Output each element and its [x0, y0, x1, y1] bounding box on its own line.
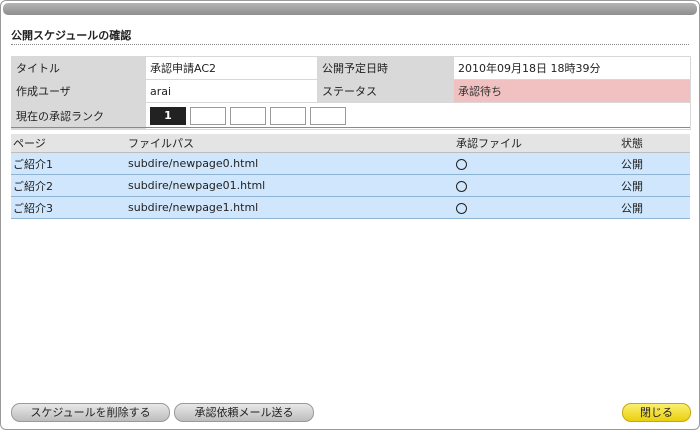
rank-box-1: 1: [150, 107, 186, 125]
approval-file-cell: [454, 174, 619, 197]
send-approval-request-mail-button[interactable]: 承認依頼メール送る: [174, 403, 314, 422]
status-label: ステータス: [317, 79, 454, 103]
page-name: ご紹介1: [11, 152, 126, 175]
title-value: 承認申請AC2: [145, 56, 318, 80]
status-badge: 承認待ち: [453, 79, 691, 103]
file-path: subdire/newpage1.html: [126, 196, 454, 219]
approval-file-cell: [454, 152, 619, 175]
rank-box-3: [230, 107, 266, 125]
approval-rank-label: 現在の承認ランク: [11, 102, 146, 130]
schedule-info-table: タイトル 承認申請AC2 公開予定日時 2010年09月18日 18時39分 作…: [11, 56, 691, 130]
page-list-header: ページ ファイルパス 承認ファイル 状態: [11, 134, 690, 153]
rank-box-2: [190, 107, 226, 125]
column-header-file-path: ファイルパス: [126, 134, 454, 153]
circle-icon: [456, 180, 467, 192]
heading-divider: [11, 44, 689, 45]
dialog-titlebar[interactable]: [3, 3, 697, 15]
file-path: subdire/newpage01.html: [126, 174, 454, 197]
title-label: タイトル: [11, 56, 146, 80]
table-row[interactable]: ご紹介1 subdire/newpage0.html 公開: [11, 152, 690, 175]
delete-schedule-button[interactable]: スケジュールを削除する: [11, 403, 170, 422]
scheduled-datetime-value: 2010年09月18日 18時39分: [453, 56, 691, 80]
close-button[interactable]: 閉じる: [622, 403, 691, 422]
table-row[interactable]: ご紹介3 subdire/newpage1.html 公開: [11, 196, 690, 219]
circle-icon: [456, 202, 467, 214]
creator-value: arai: [145, 79, 318, 103]
page-name: ご紹介2: [11, 174, 126, 197]
page-state: 公開: [619, 196, 690, 219]
column-header-page: ページ: [11, 134, 126, 153]
schedule-confirm-dialog: 公開スケジュールの確認 タイトル 承認申請AC2 公開予定日時 2010年09月…: [0, 0, 700, 430]
page-name: ご紹介3: [11, 196, 126, 219]
circle-icon: [456, 158, 467, 170]
column-header-state: 状態: [619, 134, 690, 153]
creator-label: 作成ユーザ: [11, 79, 146, 103]
page-state: 公開: [619, 152, 690, 175]
rank-box-5: [310, 107, 346, 125]
dialog-heading: 公開スケジュールの確認: [11, 29, 132, 42]
file-path: subdire/newpage0.html: [126, 152, 454, 175]
scheduled-datetime-label: 公開予定日時: [317, 56, 454, 80]
rank-box-4: [270, 107, 306, 125]
page-state: 公開: [619, 174, 690, 197]
page-list-table: ページ ファイルパス 承認ファイル 状態 ご紹介1 subdire/newpag…: [11, 134, 690, 219]
column-header-approval-file: 承認ファイル: [454, 134, 619, 153]
approval-rank-indicator: 1: [145, 102, 691, 130]
section-divider: [11, 127, 690, 128]
table-row[interactable]: ご紹介2 subdire/newpage01.html 公開: [11, 174, 690, 197]
approval-file-cell: [454, 196, 619, 219]
